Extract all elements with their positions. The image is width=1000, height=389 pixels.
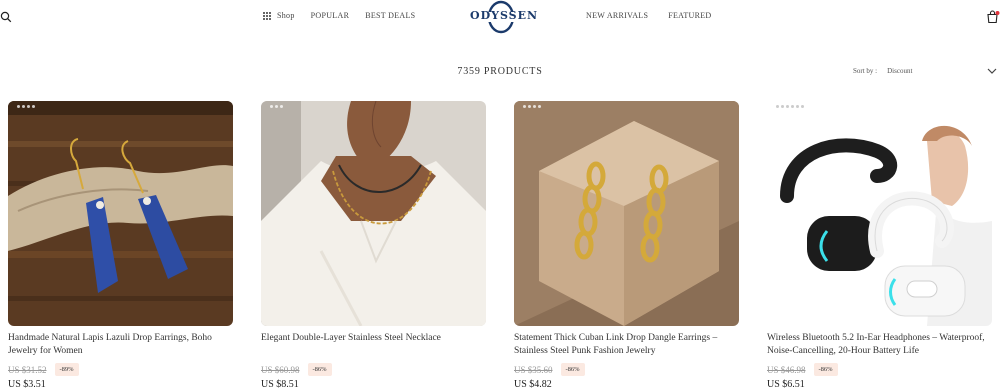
product-title[interactable]: Wireless Bluetooth 5.2 In-Ear Headphones…: [767, 332, 993, 358]
sort-value[interactable]: Discount: [887, 67, 979, 75]
discount-badge: -86%: [560, 363, 585, 376]
price-row: US $46.98 -86%: [767, 363, 838, 376]
new-price: US $4.82: [514, 379, 552, 389]
cuban-earrings-image: [514, 101, 739, 326]
logo-text: ODYSSEN: [470, 9, 539, 22]
nav-best-deals[interactable]: BEST DEALS: [365, 11, 415, 20]
nav-featured[interactable]: FEATURED: [668, 11, 711, 20]
product-card[interactable]: Statement Thick Cuban Link Drop Dangle E…: [514, 101, 740, 389]
old-price: US $31.52: [8, 364, 47, 375]
carousel-dots[interactable]: [17, 105, 35, 108]
earrings-image: [8, 101, 233, 326]
nav-shop[interactable]: Shop: [263, 11, 295, 20]
product-card[interactable]: Elegant Double-Layer Stainless Steel Nec…: [261, 101, 487, 389]
nav-popular[interactable]: POPULAR: [311, 11, 350, 20]
carousel-dots[interactable]: [270, 105, 283, 108]
product-title[interactable]: Elegant Double-Layer Stainless Steel Nec…: [261, 332, 487, 358]
nav-shop-label: Shop: [277, 11, 295, 20]
old-price: US $35.60: [514, 364, 553, 375]
search-icon[interactable]: [0, 11, 12, 23]
product-card[interactable]: Wireless Bluetooth 5.2 In-Ear Headphones…: [767, 101, 993, 389]
discount-badge: -86%: [307, 363, 332, 376]
price-row: US $35.60 -86%: [514, 363, 585, 376]
product-title[interactable]: Handmade Natural Lapis Lazuli Drop Earri…: [8, 332, 234, 358]
new-price: US $8.51: [261, 379, 299, 389]
old-price: US $46.98: [767, 364, 806, 375]
nav-new-arrivals[interactable]: NEW ARRIVALS: [586, 11, 648, 20]
chevron-down-icon[interactable]: [986, 66, 998, 76]
new-price: US $6.51: [767, 379, 805, 389]
products-count: 7359 PRODUCTS: [457, 66, 543, 77]
cart-icon[interactable]: [986, 10, 1000, 24]
nav-left: Shop POPULAR BEST DEALS: [263, 11, 415, 20]
old-price: US $60.98: [261, 364, 300, 375]
product-title[interactable]: Statement Thick Cuban Link Drop Dangle E…: [514, 332, 740, 358]
price-row: US $60.98 -86%: [261, 363, 332, 376]
headphones-image: [767, 101, 992, 326]
necklace-image: [261, 101, 486, 326]
sort-select[interactable]: Sort by : Discount: [853, 67, 979, 75]
carousel-dots[interactable]: [523, 105, 541, 108]
product-image[interactable]: [8, 101, 233, 326]
grid-icon: [263, 11, 271, 20]
discount-badge: -89%: [54, 363, 79, 376]
price-row: US $31.52 -89%: [8, 363, 79, 376]
carousel-dots[interactable]: [776, 105, 804, 108]
product-image[interactable]: [514, 101, 739, 326]
product-image[interactable]: [261, 101, 486, 326]
nav-right: NEW ARRIVALS FEATURED: [586, 11, 712, 20]
discount-badge: -86%: [813, 363, 838, 376]
sort-label: Sort by :: [853, 67, 878, 75]
site-header: Shop POPULAR BEST DEALS ODYSSEN NEW ARRI…: [0, 0, 1000, 36]
product-image[interactable]: [767, 101, 992, 326]
product-card[interactable]: Handmade Natural Lapis Lazuli Drop Earri…: [8, 101, 234, 389]
logo[interactable]: ODYSSEN: [470, 0, 539, 34]
new-price: US $3.51: [8, 379, 46, 389]
